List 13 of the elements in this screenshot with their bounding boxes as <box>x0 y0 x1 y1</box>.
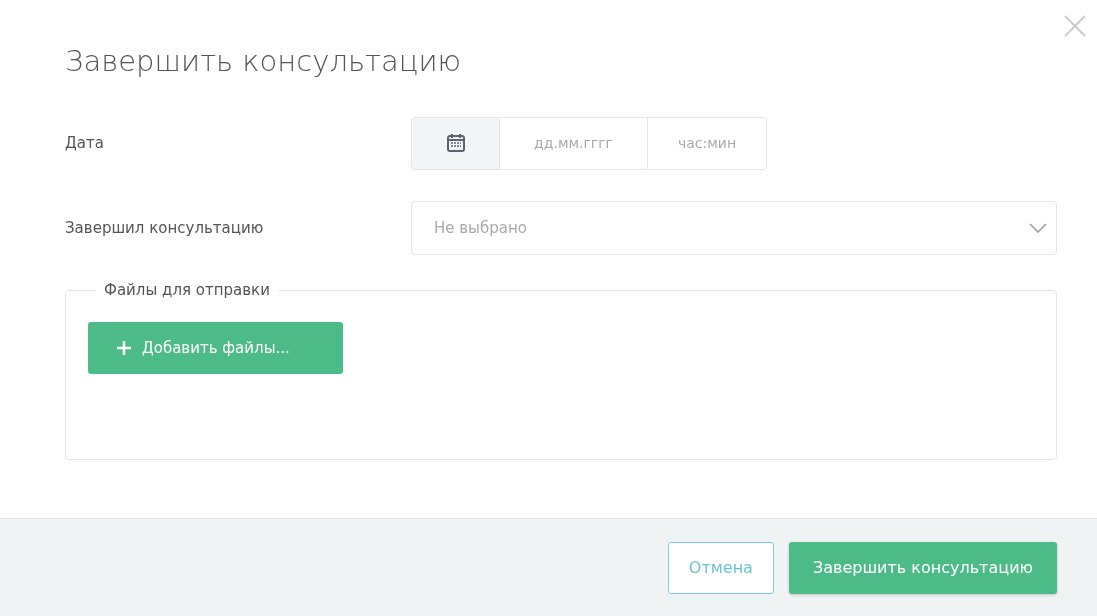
field-label: Дата <box>65 133 105 155</box>
select-field[interactable]: Не выбрано <box>411 200 1057 255</box>
date-input[interactable]: дд.мм.гггг <box>500 116 648 170</box>
plus-icon <box>116 339 132 356</box>
cancel-button[interactable]: Отмена <box>667 541 774 594</box>
panel-legend: Файлы для отправки <box>96 282 278 298</box>
calendar-icon[interactable] <box>445 133 466 154</box>
time-input[interactable]: час:мин <box>648 116 767 170</box>
dialog-title: Завершить консультацию <box>65 44 463 79</box>
finish-button[interactable]: Завершить консультацию <box>788 541 1057 594</box>
field-label: Завершил консультацию <box>65 217 265 239</box>
add-files-button[interactable]: Добавить файлы... <box>88 321 343 374</box>
chevron-icon <box>1029 222 1047 233</box>
